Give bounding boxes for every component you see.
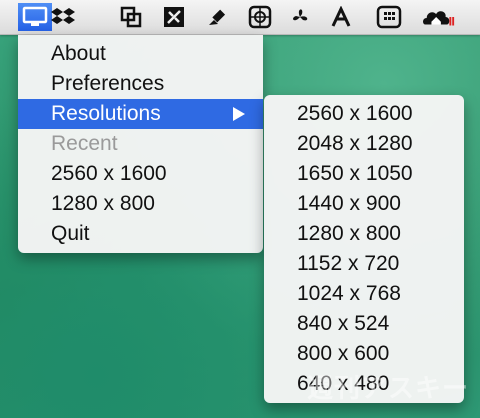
menu-item-quit[interactable]: Quit (18, 219, 263, 249)
tool-icon[interactable] (157, 3, 191, 31)
fan-icon[interactable] (283, 3, 317, 31)
menu-item-recent-2560x1600[interactable]: 2560 x 1600 (18, 159, 263, 189)
menu-item-recent-1280x800[interactable]: 1280 x 800 (18, 189, 263, 219)
submenu-arrow-icon (233, 107, 245, 121)
resolution-item[interactable]: 1280 x 800 (264, 219, 464, 249)
menu-bar (0, 0, 480, 35)
pen-icon[interactable] (200, 3, 234, 31)
cloud-home-icon[interactable] (422, 3, 456, 31)
app-menu: About Preferences Resolutions Recent 256… (18, 35, 263, 253)
window-resize-icon[interactable] (114, 3, 148, 31)
resolution-item[interactable]: 1024 x 768 (264, 279, 464, 309)
resolution-item[interactable]: 1152 x 720 (264, 249, 464, 279)
menu-item-preferences[interactable]: Preferences (18, 69, 263, 99)
resolution-item[interactable]: 840 x 524 (264, 309, 464, 339)
menu-item-resolutions[interactable]: Resolutions (18, 99, 263, 129)
menu-item-recent-header: Recent (51, 132, 118, 155)
menu-item-about[interactable]: About (18, 39, 263, 69)
crosshair-icon[interactable] (243, 3, 277, 31)
menu-item-label: Resolutions (51, 102, 161, 125)
resolution-item[interactable]: 2048 x 1280 (264, 129, 464, 159)
grid-icon[interactable] (372, 3, 406, 31)
resolution-item[interactable]: 1650 x 1050 (264, 159, 464, 189)
resolution-item[interactable]: 800 x 600 (264, 339, 464, 369)
dropbox-icon[interactable] (46, 3, 80, 31)
font-icon[interactable] (324, 3, 358, 31)
resolution-item[interactable]: 2560 x 1600 (264, 99, 464, 129)
resolution-item[interactable]: 1440 x 900 (264, 189, 464, 219)
resolutions-submenu: 2560 x 1600 2048 x 1280 1650 x 1050 1440… (264, 95, 464, 403)
watermark: 週刊アスキー (307, 373, 470, 403)
